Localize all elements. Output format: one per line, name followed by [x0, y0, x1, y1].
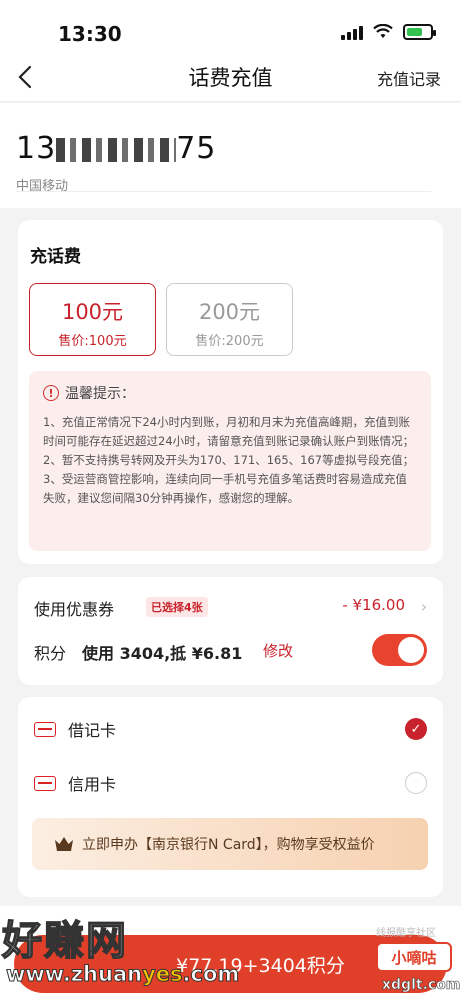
watermark-url-part: www.zhuan — [5, 962, 143, 987]
amount-option-200[interactable]: 200元 售价:200元 — [166, 283, 293, 356]
status-time: 13:30 — [58, 22, 122, 46]
watermark-title: 好赚网 — [1, 917, 128, 965]
payment-option-credit[interactable]: 信用卡 — [34, 768, 427, 798]
battery-icon — [403, 24, 436, 40]
radio-checked-icon[interactable]: ✓ — [405, 718, 427, 740]
watermark-caption: 线报酷享社区 — [376, 928, 436, 939]
signal-icon — [341, 24, 363, 40]
coupon-label[interactable]: 使用优惠券 — [34, 596, 114, 620]
status-bar: 13:30 — [0, 0, 461, 50]
points-edit-link[interactable]: 修改 — [263, 640, 293, 661]
watermark-url: www.zhuanyes.com — [5, 962, 240, 987]
points-toggle[interactable] — [372, 634, 427, 666]
watermark-logo: 小嘀咕 — [376, 942, 452, 972]
notice-line: 3、受运营商管控影响，连续向同一手机号充值多笔话费时容易造成充值失败，建议您间隔… — [43, 472, 407, 505]
discount-card: 使用优惠券 已选择4张 - ¥16.00 › 积分 使用 3404,抵 ¥6.8… — [18, 577, 443, 685]
watermark-url-part: .com — [182, 962, 240, 987]
amount-option-100[interactable]: 100元 售价:100元 — [29, 283, 156, 356]
coupon-badge: 已选择4张 — [146, 597, 208, 617]
bank-card-promo-banner[interactable]: 立即申办【南京银行N Card】，购物享受权益价 — [32, 818, 428, 870]
watermark-url-accent: yes — [142, 962, 183, 987]
promo-text: 立即申办【南京银行N Card】，购物享受权益价 — [82, 837, 375, 853]
watermark-site: xdglt.com — [382, 977, 461, 994]
amount-price: 售价:200元 — [195, 334, 264, 349]
recharge-history-link[interactable]: 充值记录 — [377, 66, 441, 90]
crown-icon — [55, 837, 73, 851]
notice-body: 1、充值正常情况下24小时内到账，月初和月末为充值高峰期，充值到账时间可能存在延… — [43, 413, 417, 508]
credit-card-icon — [34, 775, 56, 791]
phone-number[interactable]: 13 75 — [16, 131, 216, 166]
debit-card-icon — [34, 721, 56, 737]
recharge-card: 充话费 100元 售价:100元 200元 售价:200元 ! 温馨提示： 1、… — [18, 220, 443, 564]
payment-label: 借记卡 — [68, 721, 117, 740]
coupon-amount[interactable]: - ¥16.00 — [342, 596, 405, 614]
amount-value: 200元 — [198, 300, 261, 324]
points-label: 积分 — [34, 644, 67, 663]
phone-mask — [56, 137, 177, 162]
points-usage: 使用 3404,抵 ¥6.81 — [82, 644, 243, 663]
amount-value: 100元 — [61, 300, 124, 324]
phone-prefix: 13 — [16, 131, 57, 166]
divider — [16, 191, 431, 192]
notice-header: ! 温馨提示： — [43, 383, 417, 403]
radio-unchecked-icon[interactable] — [405, 772, 427, 794]
amount-price: 售价:100元 — [58, 334, 127, 349]
warning-icon: ! — [43, 385, 59, 401]
payment-option-debit[interactable]: 借记卡 ✓ — [34, 714, 427, 744]
notice-title: 温馨提示： — [65, 386, 135, 402]
payment-method-card: 借记卡 ✓ 信用卡 立即申办【南京银行N Card】，购物享受权益价 — [18, 697, 443, 897]
notice-line: 2、暂不支持携号转网及开头为170、171、165、167等虚拟号段充值； — [43, 453, 415, 467]
toggle-knob — [398, 637, 424, 663]
chevron-right-icon[interactable]: › — [421, 597, 427, 616]
recharge-section-title: 充话费 — [30, 247, 81, 267]
nav-bar: 话费充值 充值记录 — [0, 50, 461, 102]
notice-line: 1、充值正常情况下24小时内到账，月初和月末为充值高峰期，充值到账时间可能存在延… — [43, 415, 415, 448]
wifi-icon — [373, 24, 393, 38]
phone-suffix: 75 — [176, 131, 217, 166]
notice-box: ! 温馨提示： 1、充值正常情况下24小时内到账，月初和月末为充值高峰期，充值到… — [29, 371, 431, 551]
status-icons — [341, 24, 436, 40]
payment-label: 信用卡 — [68, 775, 117, 794]
phone-section: 13 75 中国移动 — [0, 103, 461, 208]
